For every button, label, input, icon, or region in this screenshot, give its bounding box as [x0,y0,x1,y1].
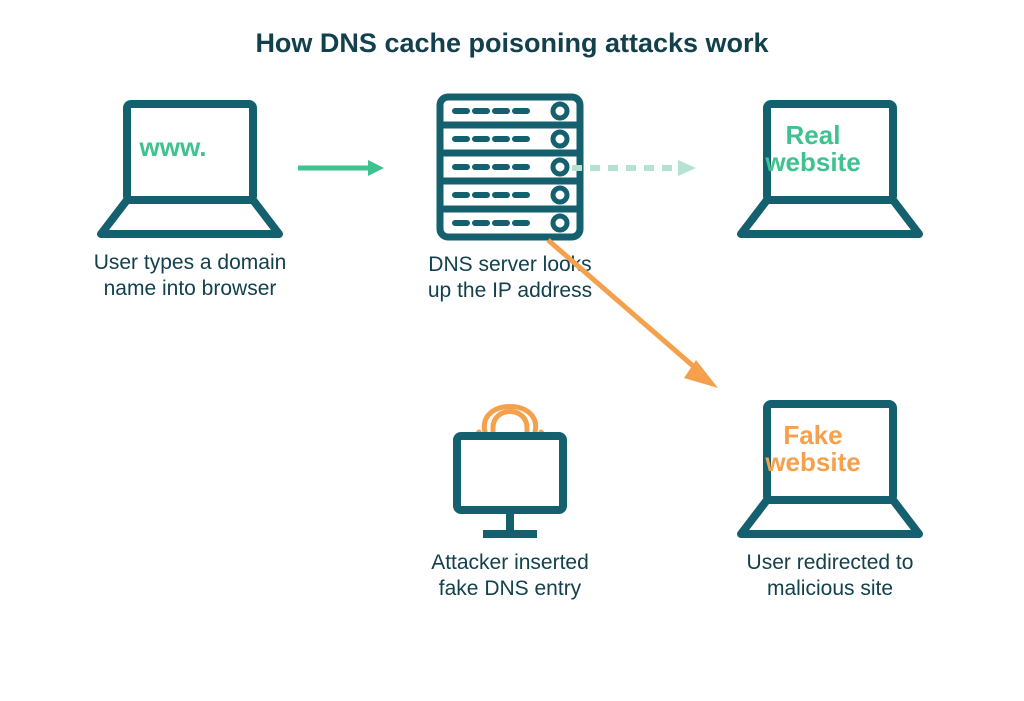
server-icon [435,92,585,242]
real-screen-text: Real website [720,122,906,177]
arrow-user-to-server [296,158,386,178]
arrow-server-to-real [570,158,700,178]
attacker-caption: Attacker inserted fake DNS entry [431,550,589,603]
node-fake-website: Fake website User redirected to maliciou… [720,400,940,603]
node-real-website: Real website [720,100,940,240]
fake-caption: User redirected to malicious site [747,550,914,603]
arrow-server-to-fake [540,230,730,400]
attacker-icon [435,380,585,540]
user-caption: User types a domain name into browser [94,250,287,303]
user-screen-text: www. [140,132,207,162]
node-attacker: Attacker inserted fake DNS entry [400,380,620,603]
fake-screen-text: Fake website [720,422,906,477]
diagram-title: How DNS cache poisoning attacks work [0,28,1024,59]
node-user-laptop: www. User types a domain name into brows… [80,100,300,303]
laptop-icon [97,100,283,240]
